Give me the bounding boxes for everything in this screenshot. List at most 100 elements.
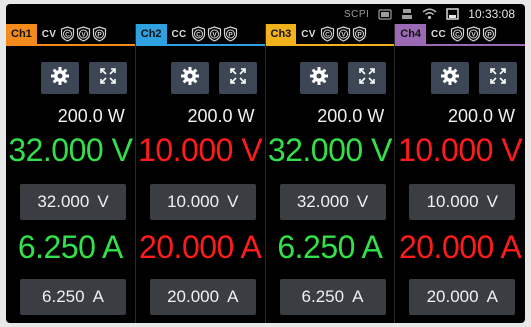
voltage-setpoint-value: 10.000: [167, 192, 220, 211]
svg-text:V: V: [82, 31, 87, 38]
svg-text:V: V: [212, 31, 217, 38]
current-readout: 6.250 A: [277, 229, 383, 265]
mode-indicator: CV: [301, 28, 316, 40]
channel-color-line: [135, 44, 265, 46]
protection-p-icon: P: [92, 26, 107, 42]
channel-panel[interactable]: Ch2 CC C V P 200.0 W 10.000 V 10.000 V 2…: [135, 24, 266, 323]
expand-icon: [99, 67, 117, 90]
current-setpoint-unit: A: [227, 287, 239, 306]
current-setpoint-field[interactable]: 20.000 A: [409, 279, 516, 315]
voltage-readout: 10.000 V: [138, 132, 263, 168]
channel-panel[interactable]: Ch3 CV C V P 200.0 W 32.000 V 32.000 V 6…: [265, 24, 396, 323]
power-readout: 200.0 W: [447, 106, 515, 126]
protection-c-icon: C: [191, 26, 206, 42]
protection-icons: C V P: [60, 26, 107, 42]
current-setpoint-unit: A: [486, 287, 498, 306]
channel-tab[interactable]: Ch1: [6, 24, 37, 44]
svg-text:C: C: [325, 31, 330, 38]
voltage-setpoint-value: 10.000: [426, 192, 479, 211]
channel-tab[interactable]: Ch3: [265, 24, 297, 44]
voltage-setpoint-unit: V: [486, 192, 498, 211]
channel-buttons: [136, 62, 265, 94]
expand-icon: [358, 67, 376, 90]
channel-buttons: [6, 62, 135, 94]
protection-p-icon: P: [352, 26, 367, 42]
memory-icon: [446, 8, 459, 20]
protection-c-icon: C: [450, 26, 465, 42]
current-setpoint-value: 6.250: [42, 287, 85, 306]
power-readout: 200.0 W: [317, 106, 385, 126]
voltage-setpoint-field[interactable]: 10.000 V: [149, 184, 256, 220]
channel-header: Ch4 CC C V P: [395, 24, 525, 44]
protection-v-icon: V: [336, 26, 351, 42]
protection-v-icon: V: [466, 26, 481, 42]
svg-text:P: P: [98, 31, 103, 38]
expand-button[interactable]: [88, 62, 127, 94]
gear-icon: [180, 66, 200, 91]
channel-panel[interactable]: Ch4 CC C V P 200.0 W 10.000 V 10.000 V 2…: [395, 24, 525, 323]
voltage-setpoint-unit: V: [356, 192, 369, 211]
svg-text:V: V: [341, 31, 346, 38]
voltage-setpoint-unit: V: [227, 192, 239, 211]
mode-indicator: CC: [171, 28, 187, 40]
expand-button[interactable]: [218, 62, 257, 94]
svg-text:C: C: [65, 31, 70, 38]
current-setpoint-unit: A: [92, 287, 104, 306]
voltage-setpoint-field[interactable]: 32.000 V: [20, 184, 126, 220]
status-bar: SCPI 10:33:08: [6, 4, 525, 24]
protection-v-icon: V: [207, 26, 222, 42]
svg-text:P: P: [487, 31, 492, 38]
channel-panels: Ch1 CV C V P 200.0 W 32.000 V 32.000 V 6…: [6, 24, 525, 323]
protection-c-icon: C: [60, 26, 75, 42]
channel-buttons: [395, 62, 525, 94]
current-readout: 6.250 A: [17, 229, 124, 265]
settings-button[interactable]: [170, 62, 209, 94]
mode-indicator: CV: [41, 28, 57, 40]
channel-color-line: [265, 44, 395, 46]
current-readout: 20.000 A: [398, 229, 522, 265]
lan-icon: [401, 8, 413, 20]
current-setpoint-value: 6.250: [301, 287, 345, 306]
channel-tab[interactable]: Ch4: [395, 24, 427, 44]
power-readout: 200.0 W: [187, 106, 255, 126]
voltage-readout: 10.000 V: [398, 132, 523, 168]
psu-display: SCPI 10:33:08 Ch1 CV C V P 200.0 W 32.00…: [6, 4, 525, 323]
channel-color-line: [395, 44, 525, 46]
current-setpoint-field[interactable]: 6.250 A: [279, 279, 386, 315]
svg-text:P: P: [357, 31, 362, 38]
voltage-setpoint-value: 32.000: [296, 192, 349, 211]
settings-button[interactable]: [431, 62, 469, 94]
gear-icon: [440, 66, 460, 91]
protection-icons: C V P: [191, 26, 238, 42]
expand-button[interactable]: [348, 62, 387, 94]
channel-header: Ch1 CV C V P: [6, 24, 135, 44]
current-setpoint-field[interactable]: 20.000 A: [149, 279, 256, 315]
settings-button[interactable]: [300, 62, 339, 94]
gear-icon: [50, 66, 70, 91]
current-setpoint-value: 20.000: [167, 287, 220, 306]
channel-tab[interactable]: Ch2: [135, 24, 167, 44]
svg-text:C: C: [196, 31, 201, 38]
expand-icon: [489, 67, 507, 90]
svg-text:P: P: [228, 31, 233, 38]
channel-panel[interactable]: Ch1 CV C V P 200.0 W 32.000 V 32.000 V 6…: [6, 24, 136, 323]
voltage-setpoint-field[interactable]: 32.000 V: [279, 184, 386, 220]
wifi-icon: [422, 8, 437, 20]
voltage-setpoint-field[interactable]: 10.000 V: [409, 184, 516, 220]
protection-c-icon: C: [320, 26, 335, 42]
channel-header: Ch3 CV C V P: [265, 24, 395, 44]
protection-p-icon: P: [482, 26, 497, 42]
settings-button[interactable]: [40, 62, 79, 94]
channel-buttons: [266, 62, 395, 94]
expand-icon: [229, 67, 247, 90]
channel-header: Ch2 CC C V P: [135, 24, 265, 44]
current-setpoint-field[interactable]: 6.250 A: [20, 279, 126, 315]
remote-icon: [378, 8, 392, 20]
protection-icons: C V P: [450, 26, 497, 42]
voltage-setpoint-unit: V: [97, 192, 109, 211]
voltage-readout: 32.000 V: [8, 132, 133, 168]
gear-icon: [309, 66, 329, 91]
power-readout: 200.0 W: [57, 106, 125, 126]
expand-button[interactable]: [479, 62, 517, 94]
clock: 10:33:08: [468, 7, 515, 21]
